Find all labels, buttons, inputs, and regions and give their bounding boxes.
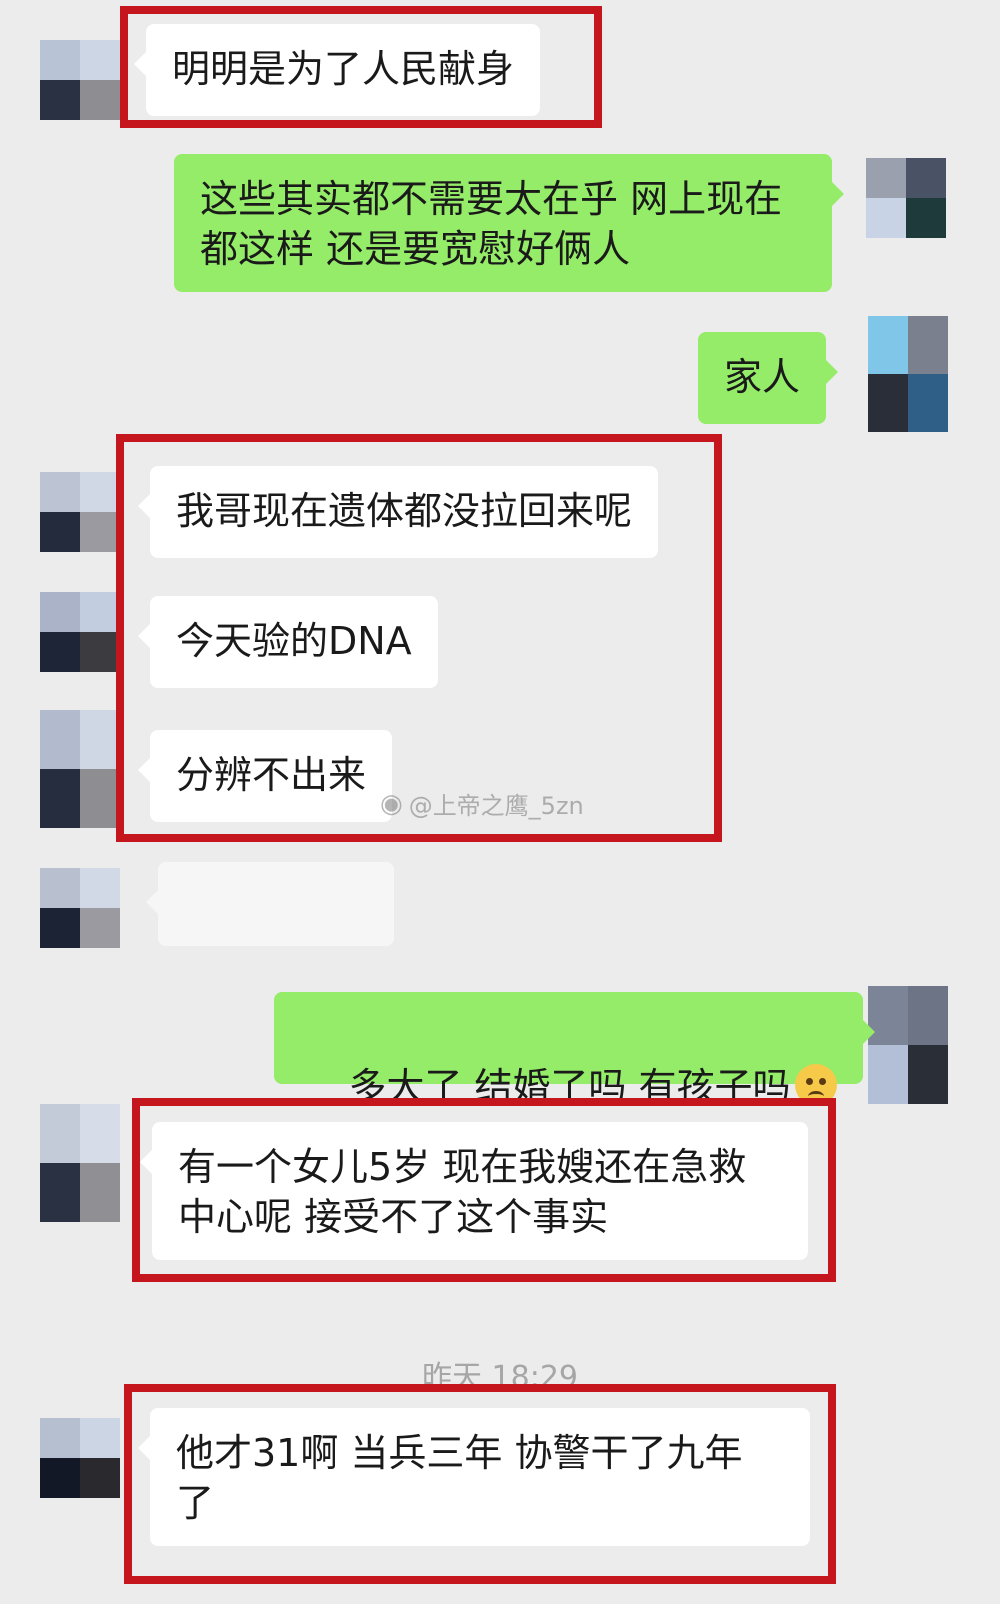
message-bubble[interactable]: 有一个女儿5岁 现在我嫂还在急救 中心呢 接受不了这个事实 [140, 1122, 808, 1260]
message-bubble[interactable]: 今天验的DNA [138, 596, 438, 688]
watermark-text: @上帝之鹰_5zn [408, 792, 584, 820]
chat-window: 明明是为了人民献身 这些其实都不需要太在乎 网上现在 都这样 还是要宽慰好俩人 … [0, 0, 1000, 1604]
message-bubble-redacted[interactable] [146, 862, 394, 946]
message-bubble[interactable]: 明明是为了人民献身 [133, 24, 541, 116]
message-bubble[interactable]: 这些其实都不需要太在乎 网上现在 都这样 还是要宽慰好俩人 [174, 154, 844, 292]
avatar[interactable] [868, 986, 948, 1104]
avatar[interactable] [40, 472, 120, 552]
avatar[interactable] [40, 592, 120, 672]
message-bubble[interactable]: 多大了 结婚了吗 有孩子吗 [274, 992, 874, 1109]
message-bubble[interactable]: 分辨不出来 [137, 730, 393, 822]
message-bubble[interactable]: 我哥现在遗体都没拉回来呢 [137, 466, 659, 558]
message-bubble[interactable]: 他才31啊 当兵三年 协警干了九年 了 [138, 1408, 810, 1546]
avatar[interactable] [40, 1418, 120, 1498]
message-timestamp: 昨天 18:29 [422, 1360, 578, 1395]
watermark: ◉ @上帝之鹰_5zn [380, 786, 584, 821]
weibo-icon: ◉ [380, 788, 403, 819]
message-text: 多大了 结婚了吗 有孩子吗 [348, 1065, 791, 1109]
avatar[interactable] [40, 868, 120, 948]
avatar[interactable] [40, 710, 120, 828]
sad-face-emoji [794, 1064, 837, 1106]
message-bubble[interactable]: 家人 [698, 332, 839, 424]
avatar[interactable] [40, 40, 120, 120]
avatar[interactable] [40, 1104, 120, 1222]
avatar[interactable] [866, 158, 946, 238]
avatar[interactable] [868, 316, 948, 432]
